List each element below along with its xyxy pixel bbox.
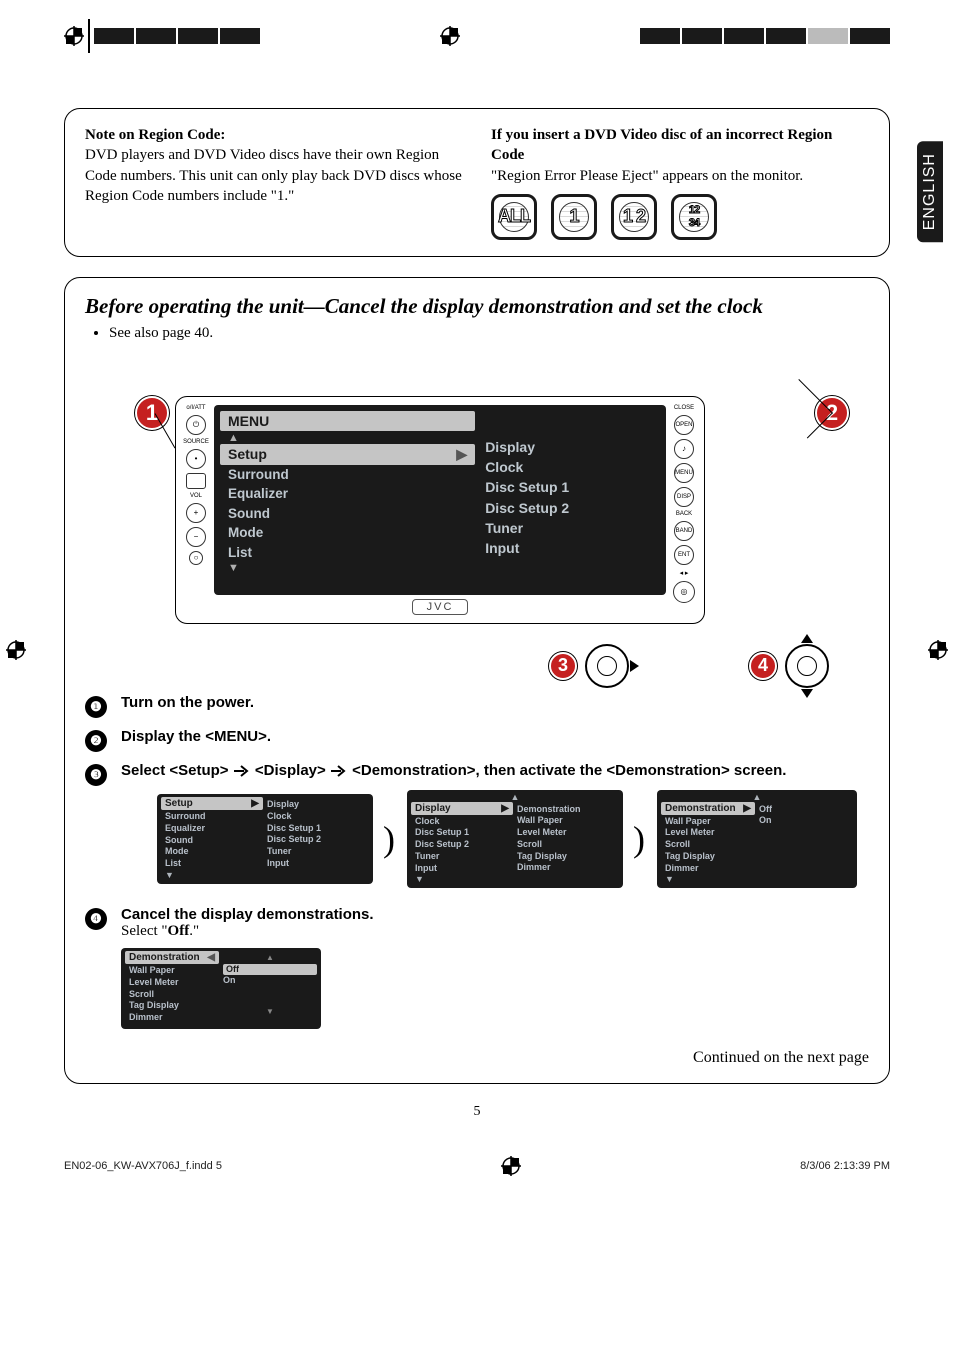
mini-screen-setup: Setup▶ SurroundEqualizerSoundModeList Di… [157,794,373,883]
step-4-body: Select "Off." [121,923,374,940]
crop-line [88,19,90,53]
up-indicator: ▲ [220,433,475,444]
footer-timestamp: 8/3/06 2:13:39 PM [800,1160,890,1172]
step-4-title: Cancel the display demonstrations. [121,906,374,923]
band-button[interactable]: BAND [674,521,694,541]
menu-button[interactable]: MENU [674,463,694,483]
step-2-text: Display the <MENU>. [121,728,271,745]
step-number-2: ❷ [85,730,107,752]
menu-title: MENU [220,411,475,431]
color-tabs-right [640,28,890,44]
callout-4: 4 [749,652,777,680]
registration-mark-center [440,26,460,46]
power-button[interactable]: ⏻ [186,415,206,435]
device-illustration: 1 2 o/I/ATT ⏻ SOURCE • VOL + − ○ MENU ▲ [175,396,869,624]
page-number: 5 [64,1104,890,1120]
crop-marks-bar [64,24,890,48]
leader-line-2 [774,379,833,438]
disp-button[interactable]: DISP [674,487,694,507]
reset-button[interactable]: ○ [189,551,203,565]
region-icon-12: 1 2 [611,194,657,240]
eq-button[interactable]: ♪ [674,439,694,459]
dpad-up-down[interactable] [785,644,829,688]
callout-3: 3 [549,652,577,680]
mini-screens-row: Setup▶ SurroundEqualizerSoundModeList Di… [157,790,857,888]
arrow-icon [330,764,348,782]
mini-screen-off: Demonstration◀ Wall PaperLevel MeterScro… [121,948,321,1028]
section-title: Before operating the unit—Cancel the dis… [85,294,869,319]
dpad-callouts: 3 4 [85,644,869,688]
region-icon-1234: 1234 [671,194,717,240]
menu-selected-setup[interactable]: Setup▶ [220,444,475,465]
ent-button[interactable]: ENT [674,545,694,565]
registration-mark-side-left [6,640,26,660]
vol-up-button[interactable]: + [186,503,206,523]
region-code-icons: ALL 1 1 2 1234 [491,194,869,240]
region-note-title: Note on Region Code: [85,125,463,145]
step-number-1: ❶ [85,696,107,718]
step-1-text: Turn on the power. [121,694,254,711]
color-tabs-left [94,28,260,44]
arrow-icon [233,764,251,782]
english-side-tab: ENGLISH [917,141,943,242]
see-also: See also page 40. [109,325,869,342]
footer-filename: EN02-06_KW-AVX706J_f.indd 5 [64,1160,222,1172]
device-screen: MENU ▲ Setup▶ Surround Equalizer Sound M… [214,405,666,595]
region-if-title: If you insert a DVD Video disc of an inc… [491,125,869,166]
region-note-body: DVD players and DVD Video discs have the… [85,145,463,206]
mode-button[interactable] [186,473,206,489]
callout-1: 1 [135,396,169,430]
source-button[interactable]: • [186,449,206,469]
submenu-list: Display Clock Disc Setup 1 Disc Setup 2 … [485,437,656,559]
continued-text: Continued on the next page [85,1049,869,1067]
mini-screen-display: ▲ Display▶ ClockDisc Setup 1Disc Setup 2… [407,790,623,888]
region-icon-all: ALL [491,194,537,240]
registration-mark-footer [501,1156,521,1176]
registration-mark-side-right [928,640,948,660]
instruction-steps: ❶ Turn on the power. ❷ Display the <MENU… [85,694,869,1037]
registration-mark-left [64,26,84,46]
region-code-box: ENGLISH Note on Region Code: DVD players… [64,108,890,257]
device-frame: o/I/ATT ⏻ SOURCE • VOL + − ○ MENU ▲ Setu… [175,396,705,624]
down-indicator: ▼ [220,563,475,574]
region-if-body: "Region Error Please Eject" appears on t… [491,166,869,186]
print-footer: EN02-06_KW-AVX706J_f.indd 5 8/3/06 2:13:… [64,1156,890,1176]
step-3-text: Select <Setup> <Display> <Demonstration>… [121,762,786,779]
jog-dial[interactable]: ◎ [673,581,695,603]
step-number-3: ❸ [85,764,107,786]
open-button[interactable]: OPEN [674,415,694,435]
vol-down-button[interactable]: − [186,527,206,547]
before-operating-section: Before operating the unit—Cancel the dis… [64,277,890,1084]
region-icon-1: 1 [551,194,597,240]
right-button-column: CLOSE OPEN ♪ MENU DISP BACK BAND ENT ◂ ▸… [672,405,696,615]
mini-screen-demonstration: ▲ Demonstration▶ Wall PaperLevel MeterSc… [657,790,857,888]
left-button-column: o/I/ATT ⏻ SOURCE • VOL + − ○ [184,405,208,615]
brand-logo: JVC [412,599,469,615]
dpad-left-right[interactable] [585,644,629,688]
step-number-4: ❹ [85,908,107,930]
menu-list: Surround Equalizer Sound Mode List [220,465,475,563]
